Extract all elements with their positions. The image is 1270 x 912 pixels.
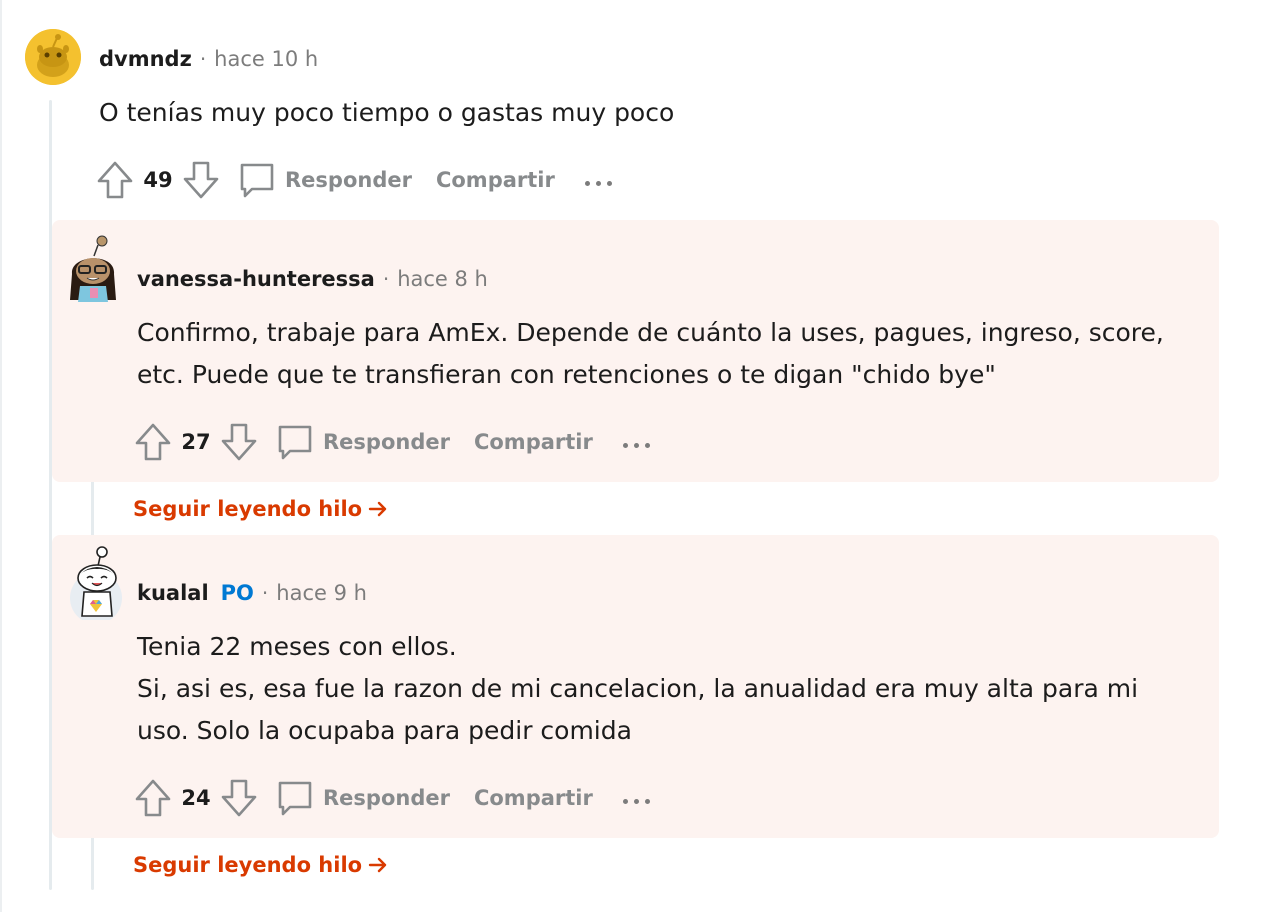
share-label: Compartir: [435, 168, 555, 192]
reply-label: Responder: [323, 786, 450, 810]
continue-thread-label: Seguir leyendo hilo: [133, 853, 363, 877]
comment-bubble-icon: [275, 422, 315, 462]
username[interactable]: kualal: [137, 581, 209, 605]
timestamp[interactable]: hace 8 h: [397, 267, 488, 291]
vote-score: 27: [181, 430, 211, 454]
more-options-button[interactable]: [579, 160, 619, 200]
comment-meta: vanessa-hunteressa · hace 8 h: [137, 264, 488, 294]
comment-line: Si, asi es, esa fue la razon de mi cance…: [137, 674, 1139, 703]
comment-thread: dvmndz · hace 10 h O tenías muy poco tie…: [0, 0, 1270, 912]
reply-button[interactable]: Responder: [237, 160, 412, 200]
more-dots-icon: [620, 789, 653, 808]
upvote-button[interactable]: [133, 420, 173, 464]
page-edge: [0, 0, 2, 912]
snoo-avatar-icon: [70, 235, 116, 302]
share-button[interactable]: Compartir: [436, 168, 555, 192]
share-label: Compartir: [473, 786, 593, 810]
comment-line: etc. Puede que te transfieran con retenc…: [137, 360, 996, 389]
more-dots-icon: [582, 171, 615, 190]
downvote-arrow-icon: [221, 423, 257, 461]
comment-body: Tenia 22 meses con ellos. Si, asi es, es…: [137, 626, 1138, 752]
downvote-button[interactable]: [181, 158, 221, 202]
timestamp[interactable]: hace 9 h: [276, 581, 367, 605]
snoo-avatar-icon: [70, 546, 122, 624]
continue-thread-link[interactable]: Seguir leyendo hilo: [133, 850, 388, 880]
comment-meta: kualal PO · hace 9 h: [137, 578, 367, 608]
comment-body: Confirmo, trabaje para AmEx. Depende de …: [137, 312, 1164, 396]
comment-actions: 27 Responder Compartir: [133, 420, 657, 464]
continue-thread-label: Seguir leyendo hilo: [133, 497, 363, 521]
upvote-arrow-icon: [135, 423, 171, 461]
comment-bubble-icon: [237, 160, 277, 200]
upvote-button[interactable]: [95, 158, 135, 202]
arrow-right-icon: [368, 501, 387, 517]
comment-actions: 49 Responder Compartir: [95, 158, 619, 202]
avatar[interactable]: [66, 546, 126, 624]
share-button[interactable]: Compartir: [474, 786, 593, 810]
more-options-button[interactable]: [617, 778, 657, 818]
upvote-button[interactable]: [133, 776, 173, 820]
downvote-button[interactable]: [219, 776, 259, 820]
downvote-arrow-icon: [183, 161, 219, 199]
avatar[interactable]: [66, 234, 120, 304]
username[interactable]: vanessa-hunteressa: [137, 267, 375, 291]
comment-line: O tenías muy poco tiempo o gastas muy po…: [99, 98, 675, 127]
downvote-button[interactable]: [219, 420, 259, 464]
reply-label: Responder: [323, 430, 450, 454]
more-dots-icon: [620, 433, 653, 452]
comment-line: uso. Solo la ocupaba para pedir comida: [137, 716, 632, 745]
arrow-right-icon: [368, 857, 387, 873]
op-badge: PO: [220, 581, 254, 605]
comment-actions: 24 Responder Compartir: [133, 776, 657, 820]
snoo-avatar-icon: [25, 29, 81, 85]
upvote-arrow-icon: [135, 779, 171, 817]
downvote-arrow-icon: [221, 779, 257, 817]
share-label: Compartir: [473, 430, 593, 454]
comment-line: Tenia 22 meses con ellos.: [137, 632, 457, 661]
continue-thread-link[interactable]: Seguir leyendo hilo: [133, 494, 388, 524]
username[interactable]: dvmndz: [99, 47, 192, 71]
comment-line: Confirmo, trabaje para AmEx. Depende de …: [137, 318, 1164, 347]
more-options-button[interactable]: [617, 422, 657, 462]
comment-meta: dvmndz · hace 10 h: [99, 44, 318, 74]
reply-button[interactable]: Responder: [275, 422, 450, 462]
share-button[interactable]: Compartir: [474, 430, 593, 454]
meta-separator: ·: [199, 47, 207, 71]
comment-bubble-icon: [275, 778, 315, 818]
reply-button[interactable]: Responder: [275, 778, 450, 818]
vote-score: 49: [143, 168, 173, 192]
vote-score: 24: [181, 786, 211, 810]
reply-label: Responder: [285, 168, 412, 192]
meta-separator: ·: [382, 267, 390, 291]
comment-body: O tenías muy poco tiempo o gastas muy po…: [99, 92, 674, 134]
meta-separator: ·: [261, 581, 269, 605]
timestamp[interactable]: hace 10 h: [214, 47, 318, 71]
upvote-arrow-icon: [97, 161, 133, 199]
avatar[interactable]: [25, 29, 81, 85]
